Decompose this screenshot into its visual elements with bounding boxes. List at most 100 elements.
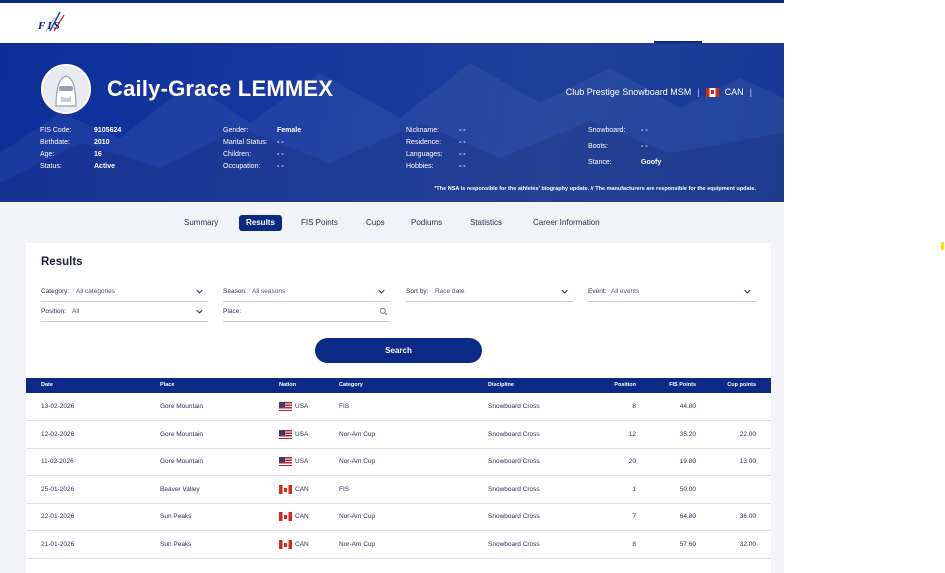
cell-fis-points: 35.20: [679, 431, 696, 438]
cell-date: 21-01-2026: [41, 541, 75, 548]
bio-label: FIS Code:: [40, 127, 72, 134]
cell-category: FIS: [339, 486, 350, 493]
bio-row: Gender: Female: [223, 127, 383, 139]
cell-place[interactable]: Gore Mountain: [160, 458, 203, 465]
results-table-header: Date Place Nation Category Discipline Po…: [26, 378, 771, 393]
table-row[interactable]: 21-01-2026 Sun Peaks CAN Nor-Am Cup Snow…: [26, 531, 771, 559]
bio-value: - -: [641, 127, 648, 134]
bio-row: Languages: - -: [406, 151, 566, 163]
chevron-down-icon: [561, 289, 568, 294]
bio-row: Occupation: - -: [223, 163, 383, 175]
bio-row: Hobbies: - -: [406, 163, 566, 175]
tab-statistics[interactable]: Statistics: [463, 215, 509, 231]
responsibility-note: *The NSA is responsible for the athletes…: [434, 186, 756, 192]
column-header-position[interactable]: Position: [586, 382, 636, 388]
chevron-down-icon: [744, 289, 751, 294]
event-filter[interactable]: Event: All events: [588, 284, 756, 302]
canada-flag-icon: [279, 540, 292, 549]
position-filter[interactable]: Position: All: [41, 304, 208, 322]
fis-logo[interactable]: FIS: [36, 9, 72, 37]
bio-value: Active: [94, 163, 116, 170]
cell-place[interactable]: Sun Peaks: [160, 513, 191, 520]
cell-discipline: Snowboard Cross: [488, 431, 540, 438]
results-title: Results: [41, 256, 83, 268]
page: FIS Caily-Grace LEMMEX Club Prestige Sno…: [0, 0, 945, 573]
bio-value: - -: [277, 151, 284, 158]
table-row[interactable]: 12-02-2026 Gore Mountain USA Nor-Am Cup …: [26, 421, 771, 449]
bio-value: 9105624: [94, 127, 122, 134]
column-header-category[interactable]: Category: [339, 382, 363, 388]
cell-category: Nor-Am Cup: [339, 513, 376, 520]
cell-place[interactable]: Gore Mountain: [160, 403, 203, 410]
table-row[interactable]: 11-02-2026 Gore Mountain USA Nor-Am Cup …: [26, 448, 771, 476]
column-header-date[interactable]: Date: [41, 382, 53, 388]
cell-date: 25-01-2026: [41, 486, 75, 493]
cell-nation: CAN: [279, 540, 309, 549]
column-header-cup-points[interactable]: Cup points: [706, 382, 756, 388]
cell-position: 7: [632, 513, 636, 520]
bio-row: Birthdate: 2010: [40, 139, 190, 151]
equipment-column: Snowboard: - - Boots: - - Stance: Goofy: [588, 127, 748, 175]
bio-label: Snowboard:: [588, 127, 626, 134]
bio-row: Residence: - -: [406, 139, 566, 151]
cell-cup-points: 32.00: [739, 541, 756, 548]
cell-nation: USA: [279, 402, 308, 411]
cell-fis-points: 64.80: [679, 513, 696, 520]
table-row[interactable]: 25-01-2026 Beaver Valley CAN FIS Snowboa…: [26, 476, 771, 504]
sort-by-filter-value: Race date: [435, 288, 465, 295]
canada-flag-icon: [279, 485, 292, 494]
table-row[interactable]: 22-01-2026 Sun Peaks CAN Nor-Am Cup Snow…: [26, 503, 771, 531]
bio-value: - -: [277, 139, 284, 146]
tab-podiums[interactable]: Podiums: [404, 215, 449, 231]
cell-discipline: Snowboard Cross: [488, 541, 540, 548]
bio-label: Occupation:: [223, 163, 261, 170]
bio-label: Stance:: [588, 159, 612, 166]
bio-row: Boots: - -: [588, 143, 748, 159]
column-header-fis-points[interactable]: FIS Points: [646, 382, 696, 388]
cell-place[interactable]: Gore Mountain: [160, 431, 203, 438]
bio-label: Nickname:: [406, 127, 440, 134]
tab-career-information[interactable]: Career Information: [526, 215, 607, 231]
tab-results[interactable]: Results: [239, 215, 282, 231]
table-row[interactable]: 13-02-2026 Gore Mountain USA FIS Snowboa…: [26, 393, 771, 421]
cell-date: 12-02-2026: [41, 431, 75, 438]
bio-row: FIS Code: 9105624: [40, 127, 190, 139]
mountain-background: [0, 63, 784, 202]
column-header-place[interactable]: Place: [160, 382, 174, 388]
season-filter-value: All seasons: [252, 288, 286, 295]
bio-label: Hobbies:: [406, 163, 434, 170]
bio-column-2: Gender: Female Marital Status: - - Childre…: [223, 127, 383, 175]
bio-value: - -: [459, 163, 466, 170]
tab-fis-points[interactable]: FIS Points: [294, 215, 345, 231]
bio-label: Languages:: [406, 151, 443, 158]
column-header-discipline[interactable]: Discipline: [488, 382, 514, 388]
search-button[interactable]: Search: [315, 338, 482, 363]
season-filter-label: Season:: [223, 288, 247, 295]
category-filter[interactable]: Category: All categories: [41, 284, 208, 302]
tab-summary[interactable]: Summary: [177, 215, 225, 231]
athlete-name: Caily-Grace LEMMEX: [107, 76, 334, 101]
nation-code: USA: [295, 431, 309, 438]
cell-fis-points: 19.80: [679, 458, 696, 465]
results-card: Results Category: All categories Season:…: [26, 243, 771, 573]
nation-code: CAN: [295, 513, 309, 520]
cell-place[interactable]: Sun Peaks: [160, 541, 191, 548]
bio-value: Female: [277, 127, 302, 134]
position-filter-value: All: [72, 308, 80, 315]
cell-category: Nor-Am Cup: [339, 431, 376, 438]
cell-place[interactable]: Beaver Valley: [160, 486, 200, 493]
season-filter[interactable]: Season: All seasons: [223, 284, 390, 302]
tab-cups[interactable]: Cups: [359, 215, 392, 231]
cell-category: Nor-Am Cup: [339, 541, 376, 548]
bio-row: Stance: Goofy: [588, 159, 748, 175]
bio-value: - -: [277, 163, 284, 170]
place-search-field[interactable]: Place:: [223, 304, 390, 322]
cell-discipline: Snowboard Cross: [488, 513, 540, 520]
sort-by-filter[interactable]: Sort by: Race date: [406, 284, 573, 302]
bio-row: Status: Active: [40, 163, 190, 175]
athlete-avatar: [41, 64, 91, 114]
column-header-nation[interactable]: Nation: [279, 382, 296, 388]
chevron-down-icon: [196, 289, 203, 294]
cell-nation: USA: [279, 430, 308, 439]
nation-code: USA: [295, 458, 309, 465]
